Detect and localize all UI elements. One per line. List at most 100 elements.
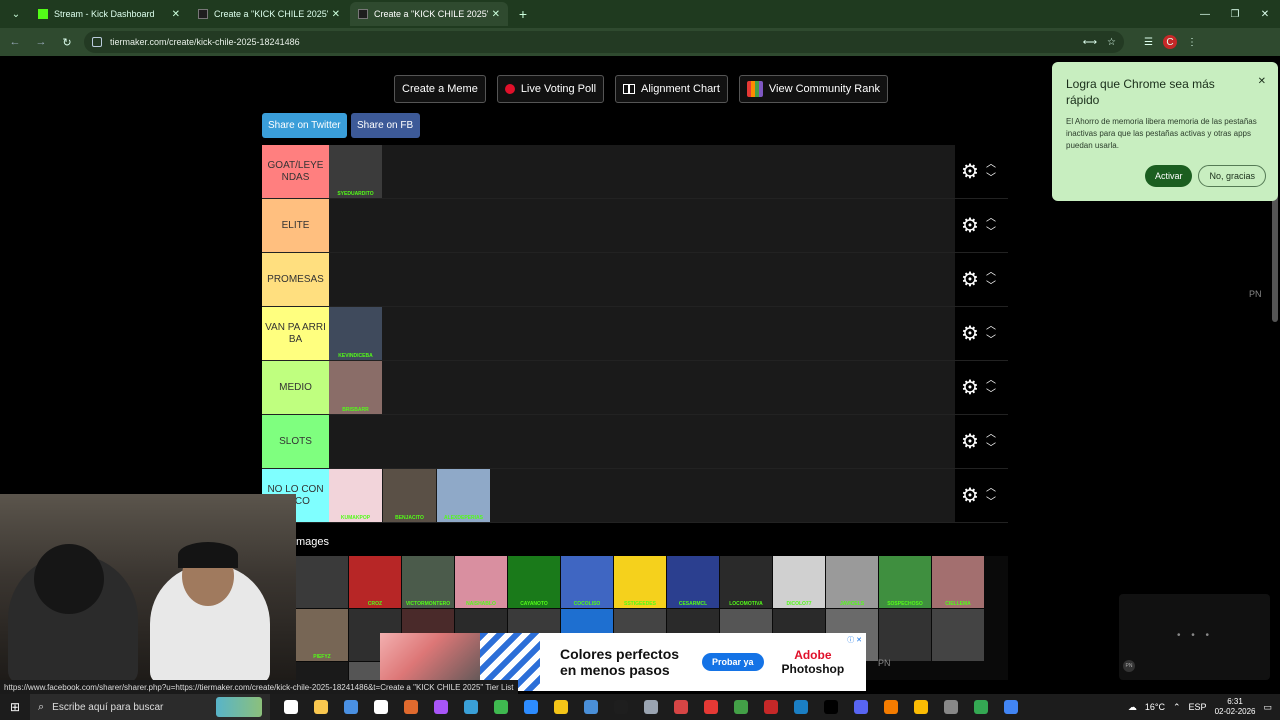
character-image[interactable]: KUMAKPOP bbox=[329, 469, 382, 522]
taskbar-app-icon[interactable] bbox=[906, 694, 936, 720]
chevron-up-icon[interactable]: ︿ bbox=[986, 267, 996, 278]
gear-icon[interactable]: ⚙ bbox=[958, 376, 982, 400]
character-image[interactable]: CROZ bbox=[349, 556, 401, 608]
ad-info-icon[interactable]: ⓘ ✕ bbox=[847, 635, 862, 645]
chevron-up-icon[interactable]: ︿ bbox=[986, 429, 996, 440]
character-image[interactable]: CIELLEMA bbox=[932, 556, 984, 608]
character-image[interactable]: KEVINDICEBA bbox=[329, 307, 382, 360]
chevron-up-icon[interactable]: ︿ bbox=[986, 375, 996, 386]
taskbar-app-icon[interactable] bbox=[306, 694, 336, 720]
gear-icon[interactable]: ⚙ bbox=[958, 160, 982, 184]
weather-temp[interactable]: 16°C bbox=[1145, 702, 1165, 712]
profile-avatar[interactable]: C bbox=[1162, 35, 1177, 49]
gear-icon[interactable]: ⚙ bbox=[958, 268, 982, 292]
tab-search-icon[interactable]: ⌄ bbox=[4, 3, 28, 25]
taskbar-app-icon[interactable] bbox=[786, 694, 816, 720]
gear-icon[interactable]: ⚙ bbox=[958, 430, 982, 454]
character-image[interactable] bbox=[932, 609, 984, 661]
tier-label[interactable]: VAN PA ARRIBA bbox=[262, 307, 329, 360]
tier-items[interactable] bbox=[329, 199, 1008, 252]
taskbar-app-icon[interactable] bbox=[546, 694, 576, 720]
menu-icon[interactable]: ⋮ bbox=[1187, 37, 1197, 48]
taskbar-app-icon[interactable] bbox=[456, 694, 486, 720]
taskbar-app-icon[interactable] bbox=[666, 694, 696, 720]
close-tab-icon[interactable]: ✕ bbox=[332, 9, 340, 20]
tier-items[interactable]: KEVINDICEBA bbox=[329, 307, 1008, 360]
character-image[interactable]: CAYANOTO bbox=[508, 556, 560, 608]
character-image[interactable]: ALEXDEPERIAS bbox=[437, 469, 490, 522]
translate-icon[interactable]: ⟷ bbox=[1083, 37, 1097, 48]
activate-button[interactable]: Activar bbox=[1144, 165, 1193, 187]
taskbar-search[interactable]: ⌕ Escribe aquí para buscar bbox=[30, 694, 270, 720]
taskbar-app-icon[interactable] bbox=[276, 694, 306, 720]
alignment-chart-button[interactable]: Alignment Chart bbox=[615, 75, 728, 103]
taskbar-app-icon[interactable] bbox=[576, 694, 606, 720]
live-voting-poll-button[interactable]: Live Voting Poll bbox=[496, 75, 605, 103]
tier-label[interactable]: ELITE bbox=[262, 199, 329, 252]
tier-label[interactable]: GOAT/LEYENDAS bbox=[262, 145, 329, 198]
tier-label[interactable]: PROMESAS bbox=[262, 253, 329, 306]
chevron-up-icon[interactable]: ︿ bbox=[986, 213, 996, 224]
windows-start-icon[interactable]: ⊞ bbox=[0, 694, 30, 720]
taskbar-app-icon[interactable] bbox=[876, 694, 906, 720]
close-tab-icon[interactable]: ✕ bbox=[492, 9, 500, 20]
taskbar-app-icon[interactable] bbox=[936, 694, 966, 720]
taskbar-app-icon[interactable] bbox=[696, 694, 726, 720]
ad-cta-button[interactable]: Probar ya bbox=[702, 653, 764, 671]
character-image[interactable]: LOCOMOTIVA bbox=[720, 556, 772, 608]
reload-icon[interactable]: ↻ bbox=[56, 31, 78, 53]
taskbar-app-icon[interactable] bbox=[846, 694, 876, 720]
chevron-down-icon[interactable]: ﹀ bbox=[986, 497, 996, 508]
tier-items[interactable]: KUMAKPOP BENJACITO ALEXDEPERIAS bbox=[329, 469, 1008, 522]
chevron-down-icon[interactable]: ﹀ bbox=[986, 389, 996, 400]
character-image[interactable]: PIEFYZ bbox=[296, 609, 348, 661]
forward-icon[interactable]: → bbox=[30, 31, 52, 53]
back-icon[interactable]: ← bbox=[4, 31, 26, 53]
character-image[interactable]: SSTIGEEDES bbox=[614, 556, 666, 608]
chevron-down-icon[interactable]: ﹀ bbox=[986, 173, 996, 184]
tier-items[interactable] bbox=[329, 253, 1008, 306]
character-image[interactable]: DICOLO77 bbox=[773, 556, 825, 608]
taskbar-app-icon[interactable] bbox=[396, 694, 426, 720]
tab-tiermaker-1[interactable]: Create a "KICK CHILE 2025" Tier ✕ bbox=[190, 2, 348, 26]
minimize-icon[interactable]: — bbox=[1190, 0, 1220, 28]
chevron-down-icon[interactable]: ﹀ bbox=[986, 335, 996, 346]
taskbar-app-icon[interactable] bbox=[426, 694, 456, 720]
close-tab-icon[interactable]: ✕ bbox=[172, 9, 180, 20]
gear-icon[interactable]: ⚙ bbox=[958, 484, 982, 508]
close-window-icon[interactable]: ✕ bbox=[1250, 0, 1280, 28]
share-facebook-button[interactable]: Share on FB bbox=[351, 113, 420, 138]
chevron-up-icon[interactable]: ︿ bbox=[986, 321, 996, 332]
character-image[interactable]: SYEDUARDITO bbox=[329, 145, 382, 198]
tier-items[interactable]: BRISBARR bbox=[329, 361, 1008, 414]
chevron-down-icon[interactable]: ﹀ bbox=[986, 227, 996, 238]
site-info-icon[interactable] bbox=[92, 37, 102, 47]
character-image[interactable]: BENJACITO bbox=[383, 469, 436, 522]
tab-tiermaker-2[interactable]: Create a "KICK CHILE 2025" Tie ✕ bbox=[350, 2, 508, 26]
tier-label[interactable]: MEDIO bbox=[262, 361, 329, 414]
share-twitter-button[interactable]: Share on Twitter bbox=[262, 113, 347, 138]
taskbar-app-icon[interactable] bbox=[756, 694, 786, 720]
taskbar-app-icon[interactable] bbox=[606, 694, 636, 720]
tab-kick-dashboard[interactable]: Stream - Kick Dashboard ✕ bbox=[30, 2, 188, 26]
tier-items[interactable] bbox=[329, 415, 1008, 468]
character-image[interactable] bbox=[296, 556, 348, 608]
taskbar-app-icon[interactable] bbox=[726, 694, 756, 720]
tier-label[interactable]: SLOTS bbox=[262, 415, 329, 468]
taskbar-app-icon[interactable] bbox=[366, 694, 396, 720]
address-bar[interactable]: tiermaker.com/create/kick-chile-2025-182… bbox=[84, 31, 1124, 53]
character-image[interactable]: BRISBARR bbox=[329, 361, 382, 414]
gear-icon[interactable]: ⚙ bbox=[958, 214, 982, 238]
character-image[interactable]: JAVICELS bbox=[826, 556, 878, 608]
dismiss-button[interactable]: No, gracias bbox=[1198, 165, 1266, 187]
character-image[interactable]: KEKOSTGO bbox=[296, 662, 348, 680]
gear-icon[interactable]: ⚙ bbox=[958, 322, 982, 346]
reading-list-icon[interactable]: ☰ bbox=[1144, 37, 1153, 48]
view-community-rank-button[interactable]: View Community Rank bbox=[738, 75, 888, 103]
new-tab-button[interactable]: + bbox=[512, 3, 534, 25]
tier-items[interactable]: SYEDUARDITO bbox=[329, 145, 1008, 198]
language-indicator[interactable]: ESP bbox=[1189, 702, 1207, 712]
character-image[interactable]: COCOLISO bbox=[561, 556, 613, 608]
character-image[interactable]: SOSPECHOSO bbox=[879, 556, 931, 608]
chevron-down-icon[interactable]: ﹀ bbox=[986, 443, 996, 454]
